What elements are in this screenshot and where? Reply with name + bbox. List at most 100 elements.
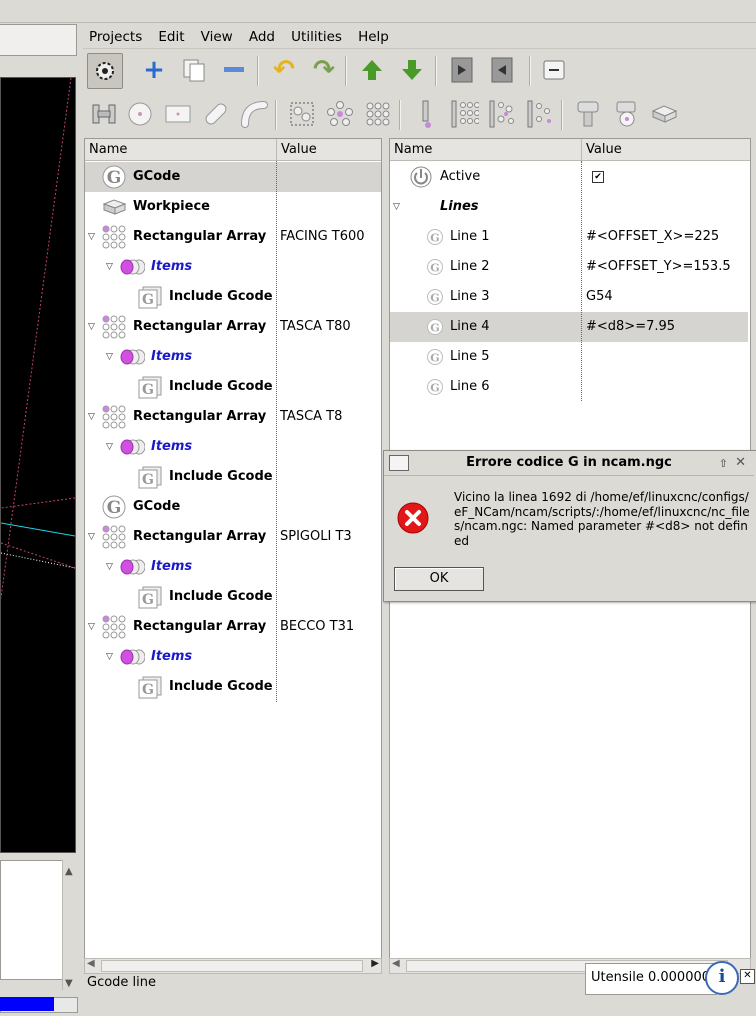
gcode-icon: G xyxy=(101,495,127,519)
scroll-right-icon[interactable]: ▶ xyxy=(371,958,379,969)
column-header-name[interactable]: Name xyxy=(85,139,277,161)
selection-points-icon[interactable] xyxy=(285,97,319,131)
grid-array-icon[interactable] xyxy=(447,97,481,131)
scroll-left-icon[interactable]: ◀ xyxy=(392,958,400,969)
expander-icon[interactable]: ▽ xyxy=(88,402,98,432)
copy-icon[interactable] xyxy=(177,53,211,87)
menu-edit[interactable]: Edit xyxy=(158,26,184,48)
expander-icon[interactable]: ▽ xyxy=(88,612,98,642)
slot-icon[interactable] xyxy=(199,97,233,131)
column-header-value[interactable]: Value xyxy=(582,139,750,161)
move-up-icon[interactable] xyxy=(355,53,389,87)
window-menu-icon[interactable] xyxy=(389,455,409,471)
tree-row[interactable]: ▽ Items xyxy=(85,642,381,672)
tree-row[interactable]: ▽ Items xyxy=(85,342,381,372)
property-row[interactable]: G Line 3 G54 xyxy=(390,282,748,312)
menu-projects[interactable]: Projects xyxy=(89,26,142,48)
expander-icon[interactable]: ▽ xyxy=(106,432,116,462)
bolt-icon[interactable] xyxy=(571,97,605,131)
menu-view[interactable]: View xyxy=(201,26,233,48)
property-value[interactable]: #<d8>=7.95 xyxy=(586,312,675,342)
property-row[interactable]: Active ✔ xyxy=(390,162,748,192)
info-icon[interactable]: i xyxy=(705,961,739,995)
tree-row[interactable]: G Include Gcode xyxy=(85,372,381,402)
console-scrollbar[interactable]: ▲ ▼ xyxy=(62,860,77,990)
scroll-left-icon[interactable]: ◀ xyxy=(87,958,95,969)
expander-icon[interactable]: ▽ xyxy=(393,192,403,222)
scroll-up-icon[interactable]: ▲ xyxy=(65,866,73,877)
left-combo-box[interactable] xyxy=(0,24,77,56)
collapse-icon[interactable] xyxy=(537,53,571,87)
move-down-icon[interactable] xyxy=(395,53,429,87)
property-row[interactable]: G Line 2 #<OFFSET_Y>=153.5 xyxy=(390,252,748,282)
column-header-value[interactable]: Value xyxy=(277,139,381,161)
tree-row[interactable]: Workpiece xyxy=(85,192,381,222)
circular-array-icon[interactable] xyxy=(323,97,357,131)
property-value[interactable]: G54 xyxy=(586,282,613,312)
tree-row[interactable]: ▽ Rectangular Array SPIGOLI T3 xyxy=(85,522,381,552)
grid-array-alt-icon[interactable] xyxy=(485,97,519,131)
tree-row[interactable]: ▽ Items xyxy=(85,552,381,582)
settings-gear-icon[interactable] xyxy=(87,53,123,89)
undo-icon[interactable]: ↶ xyxy=(267,53,301,87)
tree-row[interactable]: ▽ Items xyxy=(85,432,381,462)
tool-holder-icon[interactable] xyxy=(87,97,121,131)
expander-icon[interactable]: ▽ xyxy=(106,642,116,672)
scroll-down-icon[interactable]: ▼ xyxy=(65,978,73,989)
property-row[interactable]: G Line 5 xyxy=(390,342,748,372)
tree-row[interactable]: G GCode xyxy=(85,492,381,522)
property-row[interactable]: G Line 6 xyxy=(390,372,748,402)
maximize-icon[interactable]: ⇧ xyxy=(719,452,728,476)
expander-icon[interactable]: ▽ xyxy=(106,342,116,372)
thread-icon[interactable] xyxy=(609,97,643,131)
remove-minus-icon[interactable] xyxy=(217,53,251,87)
tree-row[interactable]: ▽ Rectangular Array BECCO T31 xyxy=(85,612,381,642)
rectangle-icon[interactable] xyxy=(161,97,195,131)
circle-icon[interactable] xyxy=(123,97,157,131)
tree-row[interactable]: G GCode xyxy=(85,162,381,192)
tree-row[interactable]: ▽ Rectangular Array TASCA T8 xyxy=(85,402,381,432)
property-value[interactable]: #<OFFSET_X>=225 xyxy=(586,222,719,252)
scroll-thumb[interactable] xyxy=(101,960,363,972)
gl-preview-viewport[interactable] xyxy=(0,77,76,853)
expander-icon[interactable]: ▽ xyxy=(88,312,98,342)
expander-icon[interactable]: ▽ xyxy=(106,552,116,582)
tree-row[interactable]: ▽ Rectangular Array FACING T600 xyxy=(85,222,381,252)
tree-row[interactable]: G Include Gcode xyxy=(85,282,381,312)
menu-utilities[interactable]: Utilities xyxy=(291,26,342,48)
expander-icon[interactable]: ▽ xyxy=(88,222,98,252)
drill-icon[interactable] xyxy=(409,97,443,131)
property-row[interactable]: G Line 1 #<OFFSET_X>=225 xyxy=(390,222,748,252)
rectangular-array-icon[interactable] xyxy=(361,97,395,131)
menu-help[interactable]: Help xyxy=(358,26,389,48)
expander-icon[interactable]: ▽ xyxy=(106,252,116,282)
menu-add[interactable]: Add xyxy=(249,26,275,48)
tree-row[interactable]: G Include Gcode xyxy=(85,672,381,702)
property-row[interactable]: ▽ Lines xyxy=(390,192,748,222)
close-icon[interactable]: ✕ xyxy=(740,969,755,984)
gcode-line-icon: G xyxy=(422,255,448,279)
property-value[interactable]: #<OFFSET_Y>=153.5 xyxy=(586,252,731,282)
expander-icon[interactable]: ▽ xyxy=(88,522,98,552)
ok-button[interactable]: OK xyxy=(394,567,484,591)
workpiece-icon[interactable] xyxy=(647,97,681,131)
close-icon[interactable]: ✕ xyxy=(735,451,746,475)
project-tree-hscroll[interactable]: ◀ ▶ xyxy=(84,958,382,974)
tree-row[interactable]: ▽ Items xyxy=(85,252,381,282)
project-tree[interactable]: Name Value G GCode Workpiece ▽ Rectangular A… xyxy=(84,138,382,960)
active-checkbox[interactable]: ✔ xyxy=(592,171,604,183)
tree-row[interactable]: G Include Gcode xyxy=(85,582,381,612)
scatter-array-icon[interactable] xyxy=(523,97,557,131)
unindent-icon[interactable] xyxy=(485,53,519,87)
dialog-titlebar[interactable]: Errore codice G in ncam.ngc ⇧ ✕ xyxy=(384,451,754,476)
column-header-name[interactable]: Name xyxy=(390,139,582,161)
arc-slot-icon[interactable] xyxy=(237,97,271,131)
add-plus-icon[interactable]: + xyxy=(137,53,171,87)
redo-icon[interactable]: ↷ xyxy=(307,53,341,87)
tree-row[interactable]: ▽ Rectangular Array TASCA T80 xyxy=(85,312,381,342)
indent-icon[interactable] xyxy=(445,53,479,87)
gcode-line-icon: G xyxy=(422,315,448,339)
tree-row[interactable]: G Include Gcode xyxy=(85,462,381,492)
property-row[interactable]: G Line 4 #<d8>=7.95 xyxy=(390,312,748,342)
console-output[interactable] xyxy=(0,860,64,980)
